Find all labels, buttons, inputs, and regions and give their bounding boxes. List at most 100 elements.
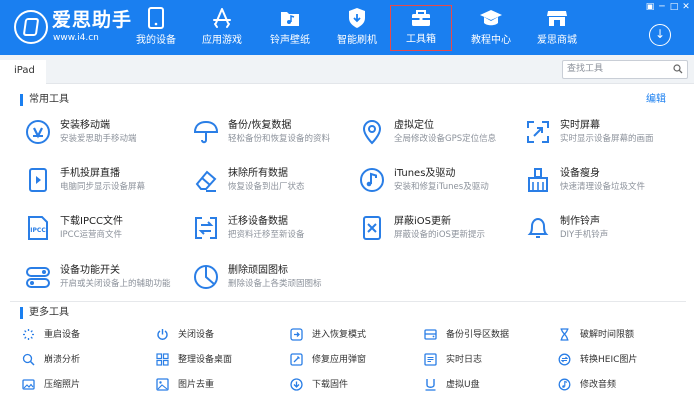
tool-desc: 恢复设备到出厂状态 [228, 182, 305, 192]
tool-name: 手机投屏直播 [60, 168, 120, 179]
bell-icon [527, 217, 549, 238]
search-input[interactable]: 查找工具 [562, 60, 688, 79]
section-divider [10, 301, 686, 302]
screen-cast-icon [29, 168, 47, 192]
tool-backup-restore[interactable]: 备份/恢复数据 轻松备份和恢复设备的资料 [192, 118, 357, 150]
firmware-download-icon [290, 378, 303, 391]
close-icon[interactable]: ✕ [680, 0, 692, 14]
tool-name: 迁移设备数据 [228, 216, 288, 227]
recovery-icon [290, 328, 303, 341]
phone-icon [148, 7, 164, 29]
tool-desc: DIY手机铃声 [560, 230, 609, 240]
svg-text:IPCC: IPCC [30, 227, 46, 234]
umbrella-icon [193, 120, 219, 144]
nav-my-device-label: 我的设备 [136, 35, 176, 46]
tool-desc: 轻松备份和恢复设备的资料 [228, 134, 331, 144]
tool-name: 设备功能开关 [60, 265, 120, 276]
nav-tutorials-label: 教程中心 [471, 35, 511, 46]
nav-flash[interactable]: 智能刷机 [333, 5, 381, 51]
tool-desc: 实时显示设备屏幕的画面 [560, 134, 654, 144]
tool-block-ios-update[interactable]: 屏蔽iOS更新 屏蔽设备的iOS更新提示 [358, 214, 523, 246]
tool-virtual-location[interactable]: 虚拟定位 全局修改设备GPS定位信息 [358, 118, 523, 150]
tool-label: 虚拟U盘 [446, 380, 480, 390]
power-icon [157, 329, 168, 340]
tool-label: 转换HEIC图片 [580, 355, 638, 365]
tool-desc: 开启或关闭设备上的辅助功能 [60, 279, 171, 289]
toggle-icon [26, 267, 50, 288]
tool-name: 删除顽固图标 [228, 265, 288, 276]
search-icon[interactable] [673, 64, 683, 74]
tool-name: 实时屏幕 [560, 120, 600, 131]
restart-icon [23, 329, 34, 340]
tool-erase-all[interactable]: 抹除所有数据 恢复设备到出厂状态 [192, 166, 357, 198]
tool-desc: 快速清理设备垃圾文件 [560, 182, 646, 192]
tool-label: 崩溃分析 [44, 355, 81, 365]
nav-tutorials[interactable]: 教程中心 [467, 5, 515, 51]
tool-feature-switch[interactable]: 设备功能开关 开启或关闭设备上的辅助功能 [24, 263, 189, 295]
tool-delete-icons[interactable]: 删除顽固图标 删除设备上各类顽固图标 [192, 263, 357, 295]
screen-expand-icon [527, 121, 549, 143]
tool-install-mobile[interactable]: 安装移动端 安装爱思助手移动端 [24, 118, 189, 150]
tool-desc: 电脑同步显示设备屏幕 [60, 182, 146, 192]
tab-ipad[interactable]: iPad [0, 60, 46, 84]
pie-delete-icon [194, 265, 218, 289]
minimize-icon[interactable]: ─ [656, 0, 668, 14]
tool-desc: 安装爱思助手移动端 [60, 134, 137, 144]
tool-screen-cast[interactable]: 手机投屏直播 电脑同步显示设备屏幕 [24, 166, 189, 198]
tool-itunes-driver[interactable]: iTunes及驱动 安装和修复iTunes及驱动 [358, 166, 523, 198]
tool-label: 实时日志 [446, 355, 483, 365]
crash-analysis-icon [22, 353, 35, 366]
logo-url: www.i4.cn [53, 33, 99, 43]
tool-label: 进入恢复模式 [312, 330, 367, 340]
tool-name: 安装移动端 [60, 120, 110, 131]
device-tab-bar: iPad 查找工具 [0, 55, 694, 84]
tool-name: 备份/恢复数据 [228, 120, 292, 131]
repair-app-icon [290, 353, 303, 366]
tool-download-ipcc[interactable]: IPCC 下载IPCC文件 IPCC运营商文件 [24, 214, 189, 246]
nav-apps-games[interactable]: 应用游戏 [198, 5, 246, 51]
tool-desc: IPCC运营商文件 [60, 230, 123, 240]
itunes-icon [360, 168, 384, 192]
tool-desc: 把资料迁移至新设备 [228, 230, 305, 240]
ipcc-file-icon: IPCC [28, 216, 48, 240]
top-header: 爱思助手 www.i4.cn 我的设备 应用游戏 铃声壁纸 智能刷机 工具箱 教… [0, 0, 694, 55]
toolbox-icon [412, 10, 430, 26]
nav-store[interactable]: 爱思商城 [533, 5, 581, 51]
edit-link[interactable]: 编辑 [646, 94, 666, 106]
nav-toolbox[interactable]: 工具箱 [390, 5, 452, 51]
tool-name: 抹除所有数据 [228, 168, 288, 179]
tool-name: iTunes及驱动 [394, 168, 456, 179]
music-folder-icon [281, 12, 299, 26]
heic-convert-icon [558, 353, 571, 366]
download-icon[interactable]: ↓ [649, 24, 671, 46]
tool-migrate-data[interactable]: 迁移设备数据 把资料迁移至新设备 [192, 214, 357, 246]
more-tools-title: 更多工具 [20, 307, 69, 319]
maximize-icon[interactable]: □ [668, 0, 680, 14]
nav-my-device[interactable]: 我的设备 [133, 5, 179, 51]
tool-desc: 屏蔽设备的iOS更新提示 [394, 230, 485, 240]
logo-icon[interactable] [14, 10, 48, 44]
hourglass-icon [560, 328, 569, 341]
location-pin-icon [362, 119, 382, 145]
tool-label: 重启设备 [44, 330, 81, 340]
shield-icon [349, 8, 365, 28]
app-store-icon [213, 8, 231, 28]
nav-apps-games-label: 应用游戏 [202, 35, 242, 46]
tool-label: 破解时间限额 [580, 330, 635, 340]
tool-label: 备份引导区数据 [446, 330, 510, 340]
tool-name: 下载IPCC文件 [60, 216, 123, 227]
audio-edit-icon [558, 378, 571, 391]
nav-ringtones[interactable]: 铃声壁纸 [266, 5, 314, 51]
nav-flash-label: 智能刷机 [337, 35, 377, 46]
transfer-icon [195, 217, 217, 239]
skin-icon[interactable]: ▣ [644, 0, 656, 14]
tool-make-ringtone[interactable]: 制作铃声 DIY手机铃声 [524, 214, 689, 246]
tool-desc: 全局修改设备GPS定位信息 [394, 134, 497, 144]
tool-live-screen[interactable]: 实时屏幕 实时显示设备屏幕的画面 [524, 118, 689, 150]
tool-device-slim[interactable]: 设备瘦身 快速清理设备垃圾文件 [524, 166, 689, 198]
tool-label: 修复应用弹窗 [312, 355, 367, 365]
tool-label: 图片去重 [178, 380, 215, 390]
store-icon [547, 11, 567, 26]
usb-drive-icon [425, 379, 436, 391]
broom-icon [528, 168, 548, 192]
